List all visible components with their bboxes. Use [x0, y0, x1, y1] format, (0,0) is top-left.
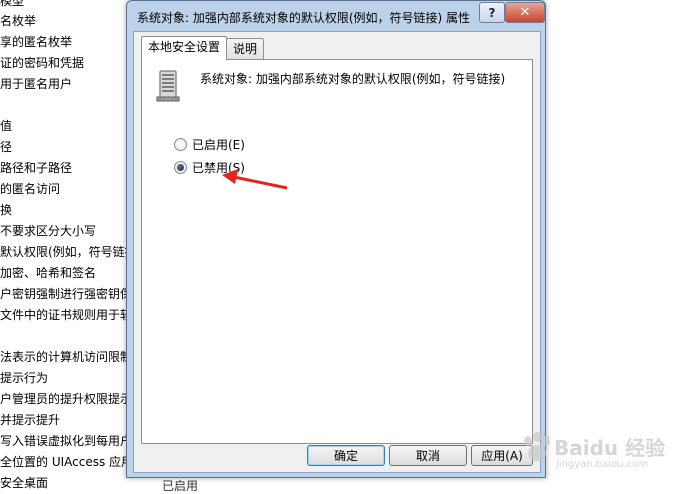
properties-dialog: 系统对象: 加强内部系统对象的默认权限(例如，符号链接) 属性 ? ✕ 本地安全…	[126, 0, 546, 478]
policy-list-item[interactable]: 户密钥强制进行强密钥保护	[0, 287, 144, 301]
policy-list-item[interactable]: 户管理员的提升权限提示的	[0, 392, 144, 406]
enabled-radio-label[interactable]: 已启用(E)	[192, 136, 245, 153]
policy-name: 系统对象: 加强内部系统对象的默认权限(例如，符号链接)	[200, 72, 506, 86]
policy-list-item[interactable]: 加密、哈希和签名	[0, 266, 96, 280]
disabled-radio-option[interactable]: 已禁用(S)	[174, 159, 245, 176]
policy-list-item[interactable]: 换	[0, 203, 12, 217]
tab-panel: 系统对象: 加强内部系统对象的默认权限(例如，符号链接) 已启用(E) 已禁用(…	[141, 59, 533, 444]
tab-label: 说明	[233, 42, 258, 56]
enabled-radio-option[interactable]: 已启用(E)	[174, 136, 245, 153]
policy-list-item[interactable]: 路径和子路径	[0, 161, 72, 175]
help-button[interactable]: ?	[479, 2, 505, 23]
policy-list-item[interactable]: 名枚举	[0, 14, 36, 28]
close-icon: ✕	[519, 5, 531, 20]
apply-button-label: 应用(A)	[481, 449, 523, 463]
policy-list-item[interactable]: 径	[0, 140, 12, 154]
watermark-subtext: jingyan.baidu.com	[556, 459, 649, 470]
policy-list-item[interactable]: 并提示提升	[0, 413, 60, 427]
dialog-title: 系统对象: 加强内部系统对象的默认权限(例如，符号链接) 属性	[137, 11, 471, 25]
help-icon: ?	[488, 5, 496, 20]
policy-list-item[interactable]: 法表示的计算机访问限制	[0, 350, 132, 364]
baidu-paw-icon	[524, 432, 550, 461]
cancel-button[interactable]: 取消	[389, 445, 467, 466]
policy-list-item[interactable]: 模型	[0, 0, 24, 8]
policy-list-item[interactable]: 值	[0, 119, 12, 133]
enabled-radio-button[interactable]	[174, 138, 187, 151]
cancel-button-label: 取消	[415, 449, 440, 463]
policy-list-item[interactable]: 默认权限(例如，符号链接	[0, 245, 137, 259]
policy-list-item[interactable]: 提示行为	[0, 371, 48, 385]
policy-list-item[interactable]: 享的匿名枚举	[0, 35, 72, 49]
policy-list-item[interactable]: 写入错误虚拟化到每用户位	[0, 434, 144, 448]
policy-list-item[interactable]: 全位置的 UIAccess 应用	[0, 455, 133, 469]
dialog-client-area: 本地安全设置 说明 系统对象: 加强内部系统对象的默认权限(例如，符号链接) 已…	[133, 31, 541, 473]
server-icon	[156, 70, 180, 102]
policy-status-value: 已启用	[162, 479, 199, 493]
tab-explain[interactable]: 说明	[226, 38, 265, 59]
policy-list-item[interactable]: 安全桌面	[0, 476, 48, 490]
ok-button[interactable]: 确定	[307, 445, 385, 466]
tab-label: 本地安全设置	[148, 40, 221, 54]
disabled-radio-label[interactable]: 已禁用(S)	[192, 159, 245, 176]
policy-list-item[interactable]: 用于匿名用户	[0, 77, 72, 91]
ok-button-label: 确定	[333, 449, 358, 463]
close-button[interactable]: ✕	[505, 2, 545, 23]
baidu-watermark: Baidu 经验 jingyan.baidu.com	[520, 428, 680, 474]
policy-list-item[interactable]: 不要求区分大小写	[0, 224, 96, 238]
title-bar[interactable]: 系统对象: 加强内部系统对象的默认权限(例如，符号链接) 属性 ? ✕	[127, 1, 545, 31]
policy-list-item[interactable]: 文件中的证书规则用于软	[0, 308, 132, 322]
watermark-text: Baidu 经验	[554, 436, 666, 460]
disabled-radio-button[interactable]	[174, 161, 187, 174]
policy-list-item[interactable]: 证的密码和凭据	[0, 56, 84, 70]
tab-local-security-setting[interactable]: 本地安全设置	[141, 36, 228, 60]
policy-list-item[interactable]: 的匿名访问	[0, 182, 60, 196]
